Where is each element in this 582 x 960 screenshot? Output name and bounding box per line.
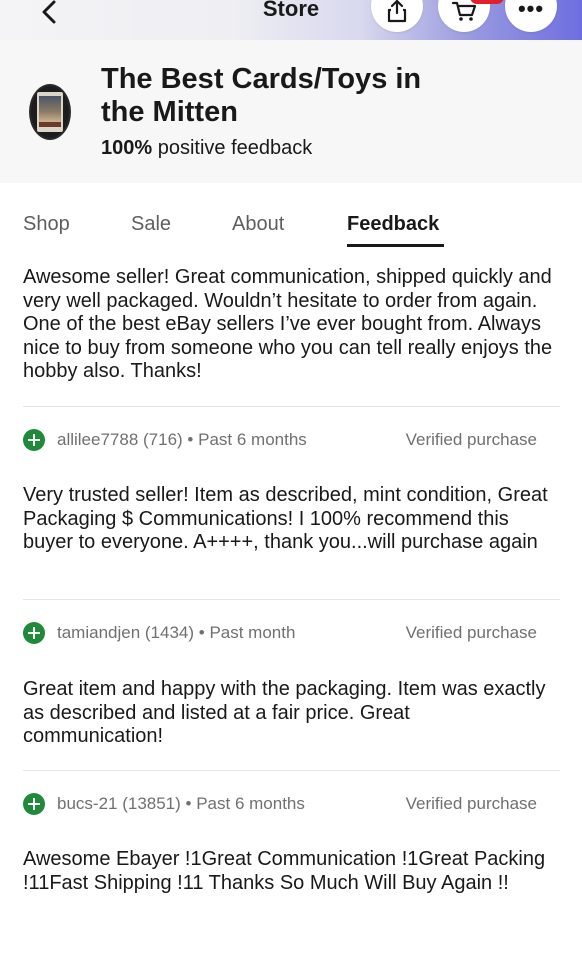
feedback-comment: Awesome seller! Great communication, shi… (23, 266, 553, 382)
store-tabs: Shop Sale About Feedback (0, 196, 582, 252)
cart-button[interactable] (438, 0, 490, 32)
divider (23, 770, 560, 771)
positive-feedback-icon (23, 622, 45, 644)
feedback-time: Past 6 months (196, 794, 305, 813)
feedback-percent: 100% (101, 137, 153, 159)
divider (23, 599, 560, 600)
tab-sale[interactable]: Sale (131, 212, 171, 236)
back-button[interactable] (34, 0, 64, 30)
feedback-meta: tamiandjen (1434) • Past month Verified … (23, 621, 537, 645)
store-avatar[interactable] (29, 84, 71, 140)
store-name: The Best Cards/Toys in the Mitten (101, 63, 422, 128)
feedback-suffix: positive feedback (152, 137, 313, 159)
tab-about[interactable]: About (232, 212, 284, 236)
verified-purchase-label: Verified purchase (405, 430, 537, 449)
feedback-comment: Great item and happy with the packaging.… (23, 678, 546, 747)
feedback-username[interactable]: bucs-21 (13851) (57, 794, 181, 813)
active-tab-indicator (347, 244, 444, 247)
store-header: The Best Cards/Toys in the Mitten 100% p… (0, 40, 582, 183)
card-name-strip (39, 122, 61, 127)
page-title: Store (262, 0, 320, 21)
feedback-time: Past 6 months (198, 430, 307, 449)
chevron-left-icon (42, 0, 56, 24)
feedback-time: Past month (209, 623, 296, 642)
meta-separator: • (194, 623, 210, 642)
meta-separator: • (182, 430, 199, 449)
card-photo (39, 96, 61, 122)
feedback-username[interactable]: tamiandjen (1434) (57, 623, 194, 642)
verified-purchase-label: Verified purchase (405, 794, 537, 813)
cart-count-badge (470, 0, 504, 4)
feedback-username[interactable]: allilee7788 (716) (57, 430, 183, 449)
feedback-meta: allilee7788 (716) • Past 6 months Verifi… (23, 428, 537, 452)
share-button[interactable] (371, 0, 423, 32)
more-options-button[interactable]: ••• (505, 0, 557, 32)
share-icon (387, 0, 407, 23)
positive-feedback-icon (23, 793, 45, 815)
feedback-meta: bucs-21 (13851) • Past 6 months Verified… (23, 792, 537, 816)
meta-separator: • (180, 794, 197, 813)
feedback-comment: Very trusted seller! Item as described, … (23, 484, 548, 553)
divider (23, 406, 560, 407)
positive-feedback-summary: 100% positive feedback (101, 136, 312, 160)
top-nav-bar: Store ••• (0, 0, 582, 40)
feedback-user: allilee7788 (716) • Past 6 months (57, 430, 307, 450)
feedback-user: tamiandjen (1434) • Past month (57, 623, 295, 643)
positive-feedback-icon (23, 429, 45, 451)
feedback-comment: Awesome Ebayer !1Great Communication !1G… (23, 848, 546, 894)
tab-shop[interactable]: Shop (23, 212, 70, 236)
feedback-user: bucs-21 (13851) • Past 6 months (57, 794, 305, 814)
more-icon: ••• (517, 0, 545, 21)
verified-purchase-label: Verified purchase (405, 623, 537, 642)
tab-feedback[interactable]: Feedback (347, 212, 439, 236)
cart-icon (451, 1, 477, 21)
